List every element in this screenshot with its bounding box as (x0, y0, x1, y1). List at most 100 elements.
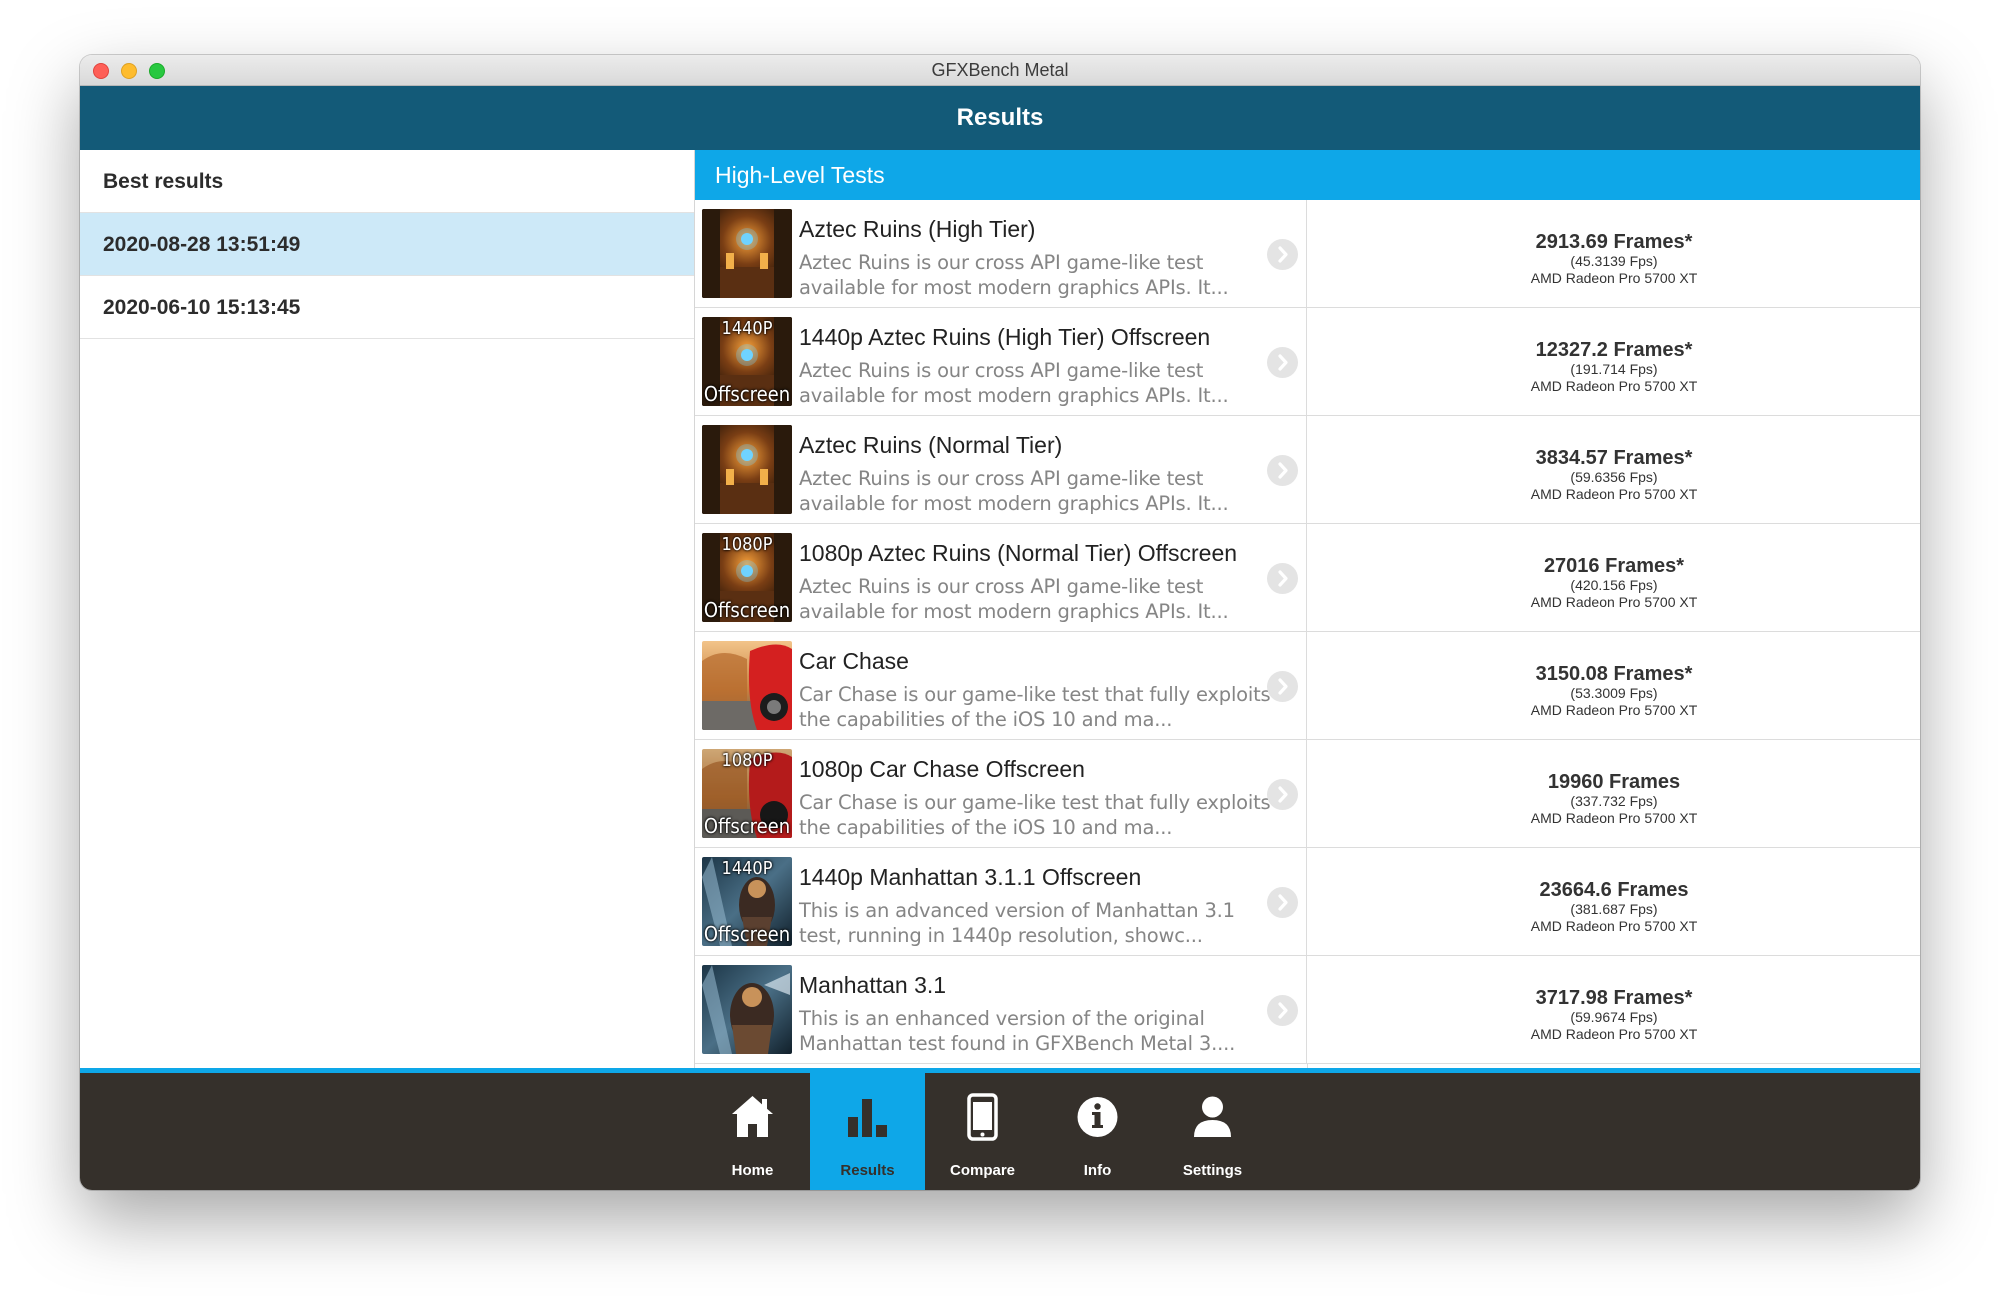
bar-chart-icon (845, 1093, 890, 1141)
tab-label: Compare (949, 1162, 1016, 1179)
chevron-right-icon[interactable] (1267, 347, 1298, 378)
test-row: 1080P Offscreen 1080p Aztec Ruins (Norma… (695, 524, 1920, 632)
score-device: AMD Radeon Pro 5700 XT (1530, 810, 1698, 826)
test-name: Manhattan 3.1 (799, 972, 947, 998)
test-score: 12327.2 Frames* (191.714 Fps) AMD Radeon… (1308, 308, 1920, 415)
score-frames: 19960 Frames (1547, 771, 1681, 793)
test-row: 1080P Offscreen 1080p Car Chase Offscree… (695, 740, 1920, 848)
chevron-right-icon[interactable] (1267, 671, 1298, 702)
test-row: Aztec Ruins (Normal Tier) Aztec Ruins is… (695, 416, 1920, 524)
test-name: 1080p Car Chase Offscreen (799, 756, 1085, 782)
score-fps: (337.732 Fps) (1570, 793, 1658, 809)
score-device: AMD Radeon Pro 5700 XT (1530, 270, 1698, 286)
thumbnail-mode-label: Offscreen (703, 382, 791, 406)
test-description: Aztec Ruins is our cross API game-like t… (799, 575, 1229, 623)
score-frames: 23664.6 Frames (1539, 879, 1689, 901)
test-description: Aztec Ruins is our cross API game-like t… (799, 359, 1229, 407)
section-title: High-Level Tests (715, 162, 885, 188)
test-description: Aztec Ruins is our cross API game-like t… (799, 467, 1229, 515)
score-device: AMD Radeon Pro 5700 XT (1530, 486, 1698, 502)
aztec-ruins-offscreen-thumbnail: 1440P Offscreen (702, 317, 792, 406)
score-fps: (53.3009 Fps) (1570, 685, 1658, 701)
tab-results[interactable]: Results (810, 1073, 925, 1190)
manhattan-thumbnail (702, 965, 792, 1054)
score-frames: 3717.98 Frames* (1535, 987, 1693, 1009)
tab-label: Home (731, 1162, 774, 1179)
chevron-right-icon[interactable] (1267, 995, 1298, 1026)
tab-compare[interactable]: Compare (925, 1073, 1040, 1190)
test-row: Car Chase Car Chase is our game-like tes… (695, 632, 1920, 740)
window-title: GFXBench Metal (931, 60, 1069, 80)
result-date-item[interactable]: 2020-06-10 15:13:45 (80, 276, 694, 339)
test-description: This is an enhanced version of the origi… (799, 1007, 1236, 1055)
tab-label: Settings (1182, 1162, 1243, 1179)
chevron-right-icon[interactable] (1267, 887, 1298, 918)
test-list: Aztec Ruins (High Tier) Aztec Ruins is o… (695, 200, 1920, 1064)
test-item[interactable]: Car Chase Car Chase is our game-like tes… (695, 632, 1307, 739)
score-fps: (381.687 Fps) (1570, 901, 1658, 917)
test-item[interactable]: Aztec Ruins (High Tier) Aztec Ruins is o… (695, 200, 1307, 307)
score-frames: 27016 Frames* (1543, 555, 1685, 577)
car-chase-offscreen-thumbnail: 1080P Offscreen (702, 749, 792, 838)
test-item[interactable]: 1440P Offscreen 1440p Aztec Ruins (High … (695, 308, 1307, 415)
test-score: 27016 Frames* (420.156 Fps) AMD Radeon P… (1308, 524, 1920, 631)
test-item[interactable]: 1080P Offscreen 1080p Aztec Ruins (Norma… (695, 524, 1307, 631)
results-sidebar: Best results 2020-08-28 13:51:49 2020-06… (80, 150, 695, 1068)
chevron-right-icon[interactable] (1267, 563, 1298, 594)
test-name: 1080p Aztec Ruins (Normal Tier) Offscree… (799, 540, 1238, 566)
thumbnail-mode-label: Offscreen (703, 922, 791, 946)
thumbnail-mode-label: Offscreen (703, 598, 791, 622)
title-bar: GFXBench Metal (80, 55, 1920, 86)
tab-label: Info (1083, 1162, 1112, 1179)
thumbnail-resolution-label: 1080P (721, 534, 773, 555)
chevron-right-icon[interactable] (1267, 455, 1298, 486)
score-frames: 3834.57 Frames* (1535, 447, 1693, 469)
test-score: 3717.98 Frames* (59.9674 Fps) AMD Radeon… (1308, 956, 1920, 1063)
score-fps: (45.3139 Fps) (1570, 253, 1658, 269)
aztec-ruins-thumbnail (702, 425, 792, 514)
aztec-ruins-offscreen-thumbnail: 1080P Offscreen (702, 533, 792, 622)
tab-info[interactable]: Info (1040, 1073, 1155, 1190)
thumbnail-resolution-label: 1440P (721, 858, 773, 879)
manhattan-offscreen-thumbnail: 1440P Offscreen (702, 857, 792, 946)
page-title: Results (956, 104, 1044, 131)
tab-home[interactable]: Home (695, 1073, 810, 1190)
result-date-item[interactable]: 2020-08-28 13:51:49 (80, 213, 694, 276)
section-header: High-Level Tests (695, 150, 1920, 200)
result-date-label: 2020-06-10 15:13:45 (103, 296, 301, 319)
score-frames: 12327.2 Frames* (1535, 339, 1693, 361)
test-description: This is an advanced version of Manhattan… (799, 899, 1235, 947)
test-item[interactable]: Aztec Ruins (Normal Tier) Aztec Ruins is… (695, 416, 1307, 523)
test-name: Car Chase (799, 648, 909, 674)
sidebar-header: Best results (80, 150, 694, 213)
page-header: Results (80, 86, 1920, 150)
test-row: Aztec Ruins (High Tier) Aztec Ruins is o… (695, 200, 1920, 308)
test-name: Aztec Ruins (High Tier) (799, 216, 1036, 242)
results-panel: High-Level Tests Aztec Ruins (High Tier)… (695, 150, 1920, 1068)
test-item[interactable]: Manhattan 3.1 This is an enhanced versio… (695, 956, 1307, 1063)
score-device: AMD Radeon Pro 5700 XT (1530, 918, 1698, 934)
test-row: 1440P Offscreen 1440p Manhattan 3.1.1 Of… (695, 848, 1920, 956)
nav-tabs: Home Results Compare Info Settings (695, 1073, 1270, 1190)
chevron-right-icon[interactable] (1267, 779, 1298, 810)
score-fps: (59.9674 Fps) (1570, 1009, 1658, 1025)
home-icon (730, 1093, 775, 1141)
car-chase-thumbnail (702, 641, 792, 730)
score-frames: 3150.08 Frames* (1535, 663, 1693, 685)
test-item[interactable]: 1440P Offscreen 1440p Manhattan 3.1.1 Of… (695, 848, 1307, 955)
test-score: 3150.08 Frames* (53.3009 Fps) AMD Radeon… (1308, 632, 1920, 739)
chevron-right-icon[interactable] (1267, 239, 1298, 270)
test-score: 3834.57 Frames* (59.6356 Fps) AMD Radeon… (1308, 416, 1920, 523)
test-row: 1440P Offscreen 1440p Aztec Ruins (High … (695, 308, 1920, 416)
thumbnail-resolution-label: 1440P (721, 318, 773, 339)
score-frames: 2913.69 Frames* (1535, 231, 1693, 253)
test-row: Manhattan 3.1 This is an enhanced versio… (695, 956, 1920, 1064)
test-description: Car Chase is our game-like test that ful… (799, 683, 1271, 731)
test-item[interactable]: 1080P Offscreen 1080p Car Chase Offscree… (695, 740, 1307, 847)
tab-settings[interactable]: Settings (1155, 1073, 1270, 1190)
score-device: AMD Radeon Pro 5700 XT (1530, 1026, 1698, 1042)
test-description: Car Chase is our game-like test that ful… (799, 791, 1271, 839)
score-device: AMD Radeon Pro 5700 XT (1530, 378, 1698, 394)
score-fps: (420.156 Fps) (1570, 577, 1658, 593)
test-name: Aztec Ruins (Normal Tier) (799, 432, 1063, 458)
